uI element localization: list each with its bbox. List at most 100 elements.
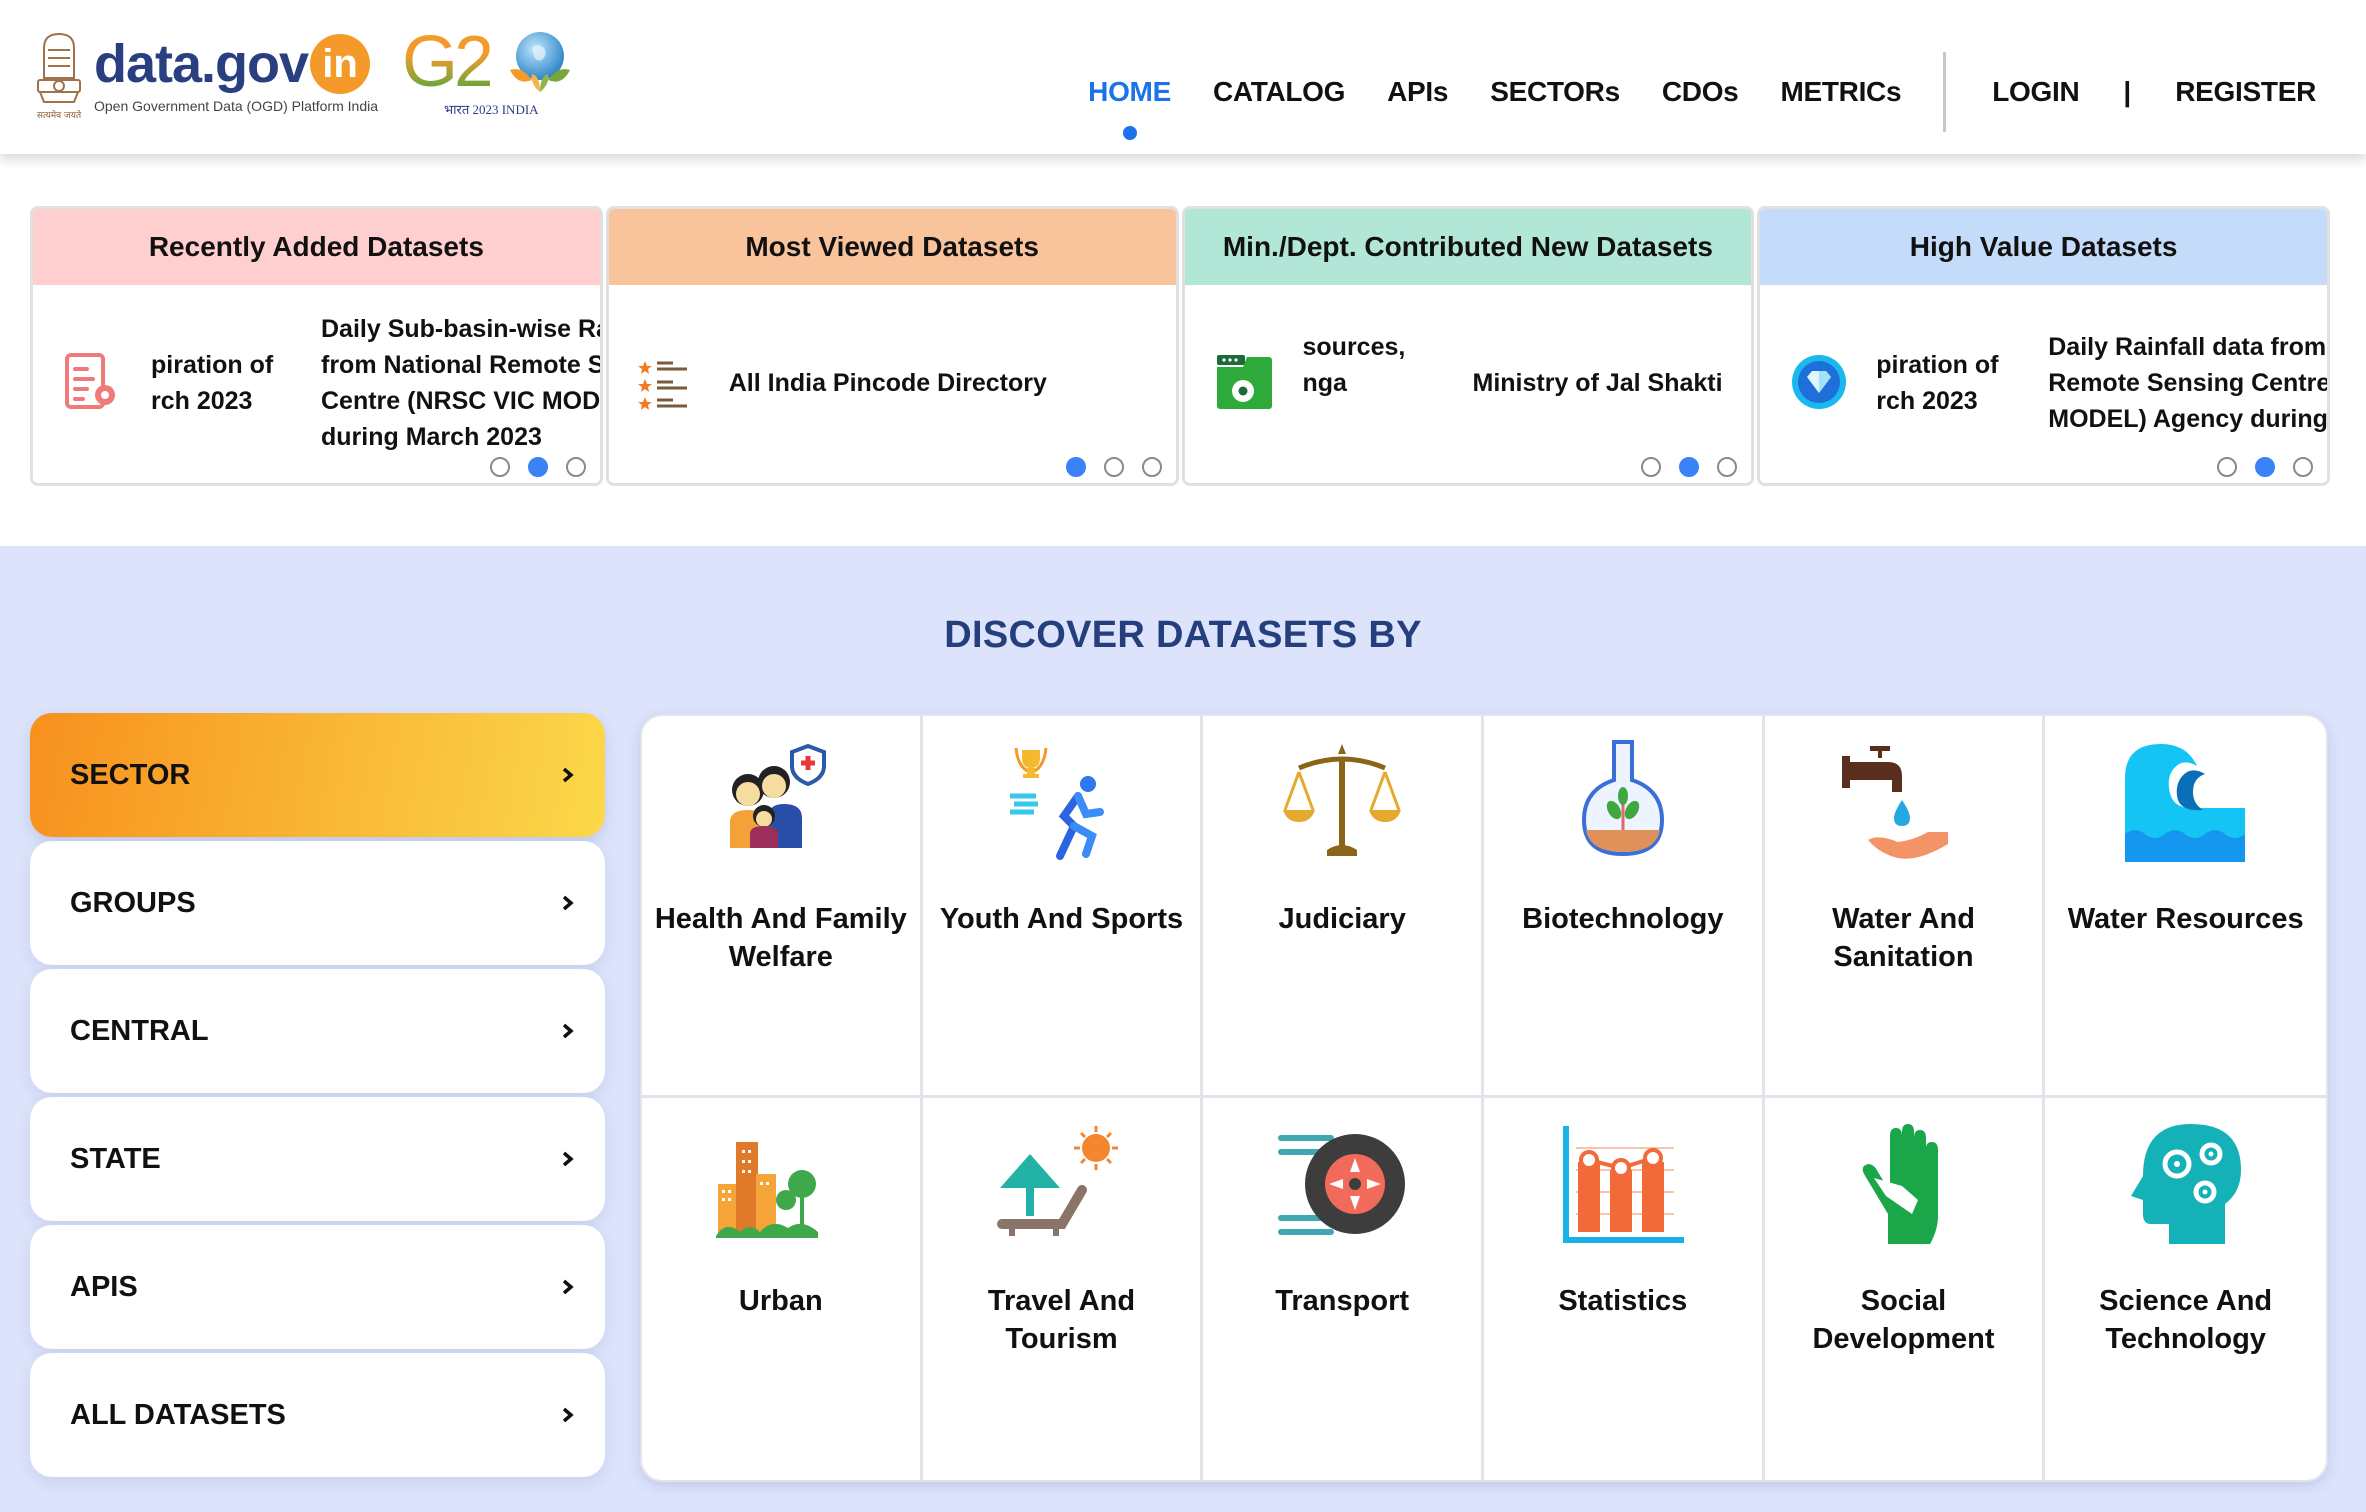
card-dataset-link[interactable]: Daily Sub-basin-wise Ra from National Re… — [321, 311, 600, 455]
sector-label: Water Resources — [2067, 903, 2304, 935]
discover-tabs: SECTOR GROUPS CENTRAL STATE APIS ALL DAT… — [30, 713, 605, 1481]
sector-label: Social Development — [1812, 1285, 1995, 1355]
carousel-dots — [489, 457, 586, 477]
card-text-line: MODEL) Agency during N — [2048, 405, 2327, 433]
card-dataset-link[interactable]: All India Pincode Directory — [729, 365, 1047, 401]
sector-urban[interactable]: Urban — [642, 1098, 923, 1480]
tab-groups[interactable]: GROUPS — [30, 841, 605, 965]
carousel-dot-3[interactable] — [565, 457, 586, 477]
dataset-highlight-cards: Recently Added Datasets piration of rch … — [30, 206, 2330, 486]
card-recently-added[interactable]: Recently Added Datasets piration of rch … — [30, 206, 603, 486]
runner-trophy-icon — [1010, 747, 1105, 860]
family-health-icon — [729, 743, 826, 848]
nav-sectors[interactable]: SECTORs — [1490, 76, 1620, 108]
card-high-value[interactable]: High Value Datasets piration of rch 2023… — [1757, 206, 2330, 486]
brand-name: data.gov — [94, 34, 309, 94]
card-text-line: from National Remote S — [321, 351, 600, 379]
sector-travel-and-tourism[interactable]: Travel And Tourism — [923, 1098, 1204, 1480]
carousel-dot-1[interactable] — [1065, 457, 1086, 477]
nav-home[interactable]: HOME — [1088, 76, 1171, 140]
sector-label: Youth And Sports — [939, 903, 1184, 935]
carousel-dot-3[interactable] — [2293, 457, 2313, 477]
brand-suffix-badge: in — [310, 34, 371, 94]
card-text-line: All India Pincode Directory — [728, 369, 1047, 397]
chevron-right-icon — [562, 1151, 574, 1167]
chevron-right-icon — [562, 895, 574, 911]
nav-divider — [1943, 52, 1947, 132]
tab-label: APIS — [70, 1270, 138, 1303]
tab-sector[interactable]: SECTOR — [30, 713, 605, 837]
carousel-dots — [2217, 457, 2313, 477]
g20-subtitle: भारत 2023 INDIA — [444, 102, 539, 117]
tab-central[interactable]: CENTRAL — [30, 969, 605, 1093]
card-text-fragment: piration of — [1876, 351, 1999, 379]
carousel-dot-2[interactable] — [2255, 457, 2275, 477]
carousel-dot-1[interactable] — [1641, 457, 1662, 477]
sector-label: Urban — [738, 1285, 823, 1317]
nav-apis[interactable]: APIs — [1387, 76, 1448, 108]
card-title: High Value Datasets — [1760, 209, 2327, 285]
site-logo[interactable]: सत्यमेव जयते data.gov in Open Government… — [30, 28, 378, 124]
national-emblem-icon: सत्यमेव जयते — [37, 32, 82, 121]
nav-metrics[interactable]: METRICs — [1780, 76, 1901, 108]
sector-social-development[interactable]: Social Development — [1765, 1098, 2046, 1480]
helping-hand-icon — [1863, 1124, 1939, 1244]
card-most-viewed[interactable]: Most Viewed Datasets All India Pincode D… — [605, 206, 1179, 486]
discover-section: DISCOVER DATASETS BY SECTOR GROUPS CENTR… — [0, 546, 2366, 1512]
carousel-dot-3[interactable] — [1141, 457, 1162, 477]
nav-catalog[interactable]: CATALOG — [1213, 76, 1345, 108]
site-header: सत्यमेव जयते data.gov in Open Government… — [0, 0, 2366, 154]
tab-label: STATE — [70, 1142, 161, 1175]
card-text-fragment: nga — [1302, 369, 1347, 397]
card-ministry-link[interactable]: Ministry of Jal Shakti — [1473, 365, 1723, 401]
card-ministry-contributed[interactable]: Min./Dept. Contributed New Datasets sour… — [1181, 206, 1755, 486]
register-link[interactable]: REGISTER — [2175, 76, 2316, 108]
login-link[interactable]: LOGIN — [1992, 76, 2079, 108]
card-text-line: Remote Sensing Centre — [2048, 369, 2327, 397]
tab-apis[interactable]: APIS — [30, 1225, 605, 1349]
discover-title: DISCOVER DATASETS BY — [944, 614, 1422, 656]
carousel-dot-1[interactable] — [2217, 457, 2237, 477]
tab-label: SECTOR — [70, 758, 191, 791]
sector-water-and-sanitation[interactable]: Water And Sanitation — [1764, 716, 2046, 1098]
document-gear-icon — [65, 353, 115, 409]
sector-label: Statistics — [1558, 1285, 1688, 1317]
tab-all-datasets[interactable]: ALL DATASETS — [30, 1353, 605, 1477]
sector-judiciary[interactable]: Judiciary — [1203, 716, 1484, 1098]
carousel-dots — [1065, 457, 1162, 477]
sector-biotechnology[interactable]: Biotechnology — [1483, 716, 1765, 1098]
sector-label: Science And Technology — [2099, 1285, 2273, 1355]
tap-hand-icon — [1842, 746, 1949, 859]
sector-label: Health And Family Welfare — [654, 903, 907, 973]
carousel-dot-1[interactable] — [489, 457, 510, 477]
card-text-line: during March 2023 — [321, 423, 542, 451]
card-title: Recently Added Datasets — [33, 209, 600, 285]
carousel-dot-2[interactable] — [1679, 457, 1700, 477]
diamond-badge-icon — [1792, 355, 1847, 409]
nav-cdos[interactable]: CDOs — [1662, 76, 1739, 108]
sector-health-and-family-welfare[interactable]: Health And Family Welfare — [642, 716, 923, 1098]
carousel-dots — [1641, 457, 1738, 477]
sector-statistics[interactable]: Statistics — [1484, 1098, 1765, 1480]
sector-label: Judiciary — [1278, 903, 1406, 935]
tab-state[interactable]: STATE — [30, 1097, 605, 1221]
city-icon — [715, 1142, 818, 1238]
card-dataset-link[interactable]: Daily Rainfall data from Remote Sensing … — [2048, 329, 2327, 437]
flask-plant-icon — [1581, 740, 1664, 857]
star-list-icon — [637, 361, 687, 410]
sector-youth-and-sports[interactable]: Youth And Sports — [922, 716, 1204, 1098]
bar-chart-icon — [1562, 1126, 1684, 1243]
sector-science-and-technology[interactable]: Science And Technology — [2045, 1098, 2326, 1480]
carousel-dot-3[interactable] — [1717, 457, 1738, 477]
carousel-dot-2[interactable] — [527, 457, 548, 477]
scales-icon — [1283, 744, 1402, 856]
emblem-motto: सत्यमेव जयते — [37, 109, 82, 121]
carousel-dot-2[interactable] — [1103, 457, 1124, 477]
sector-transport[interactable]: Transport — [1203, 1098, 1484, 1480]
g20-logo: G2 भारत 2023 INDIA — [402, 26, 572, 122]
login-register-separator: | — [2123, 76, 2132, 107]
card-text-fragment: piration of — [151, 351, 274, 379]
chevron-right-icon — [562, 1023, 574, 1039]
sector-water-resources[interactable]: Water Resources — [2045, 716, 2326, 1098]
tab-label: ALL DATASETS — [70, 1398, 286, 1431]
